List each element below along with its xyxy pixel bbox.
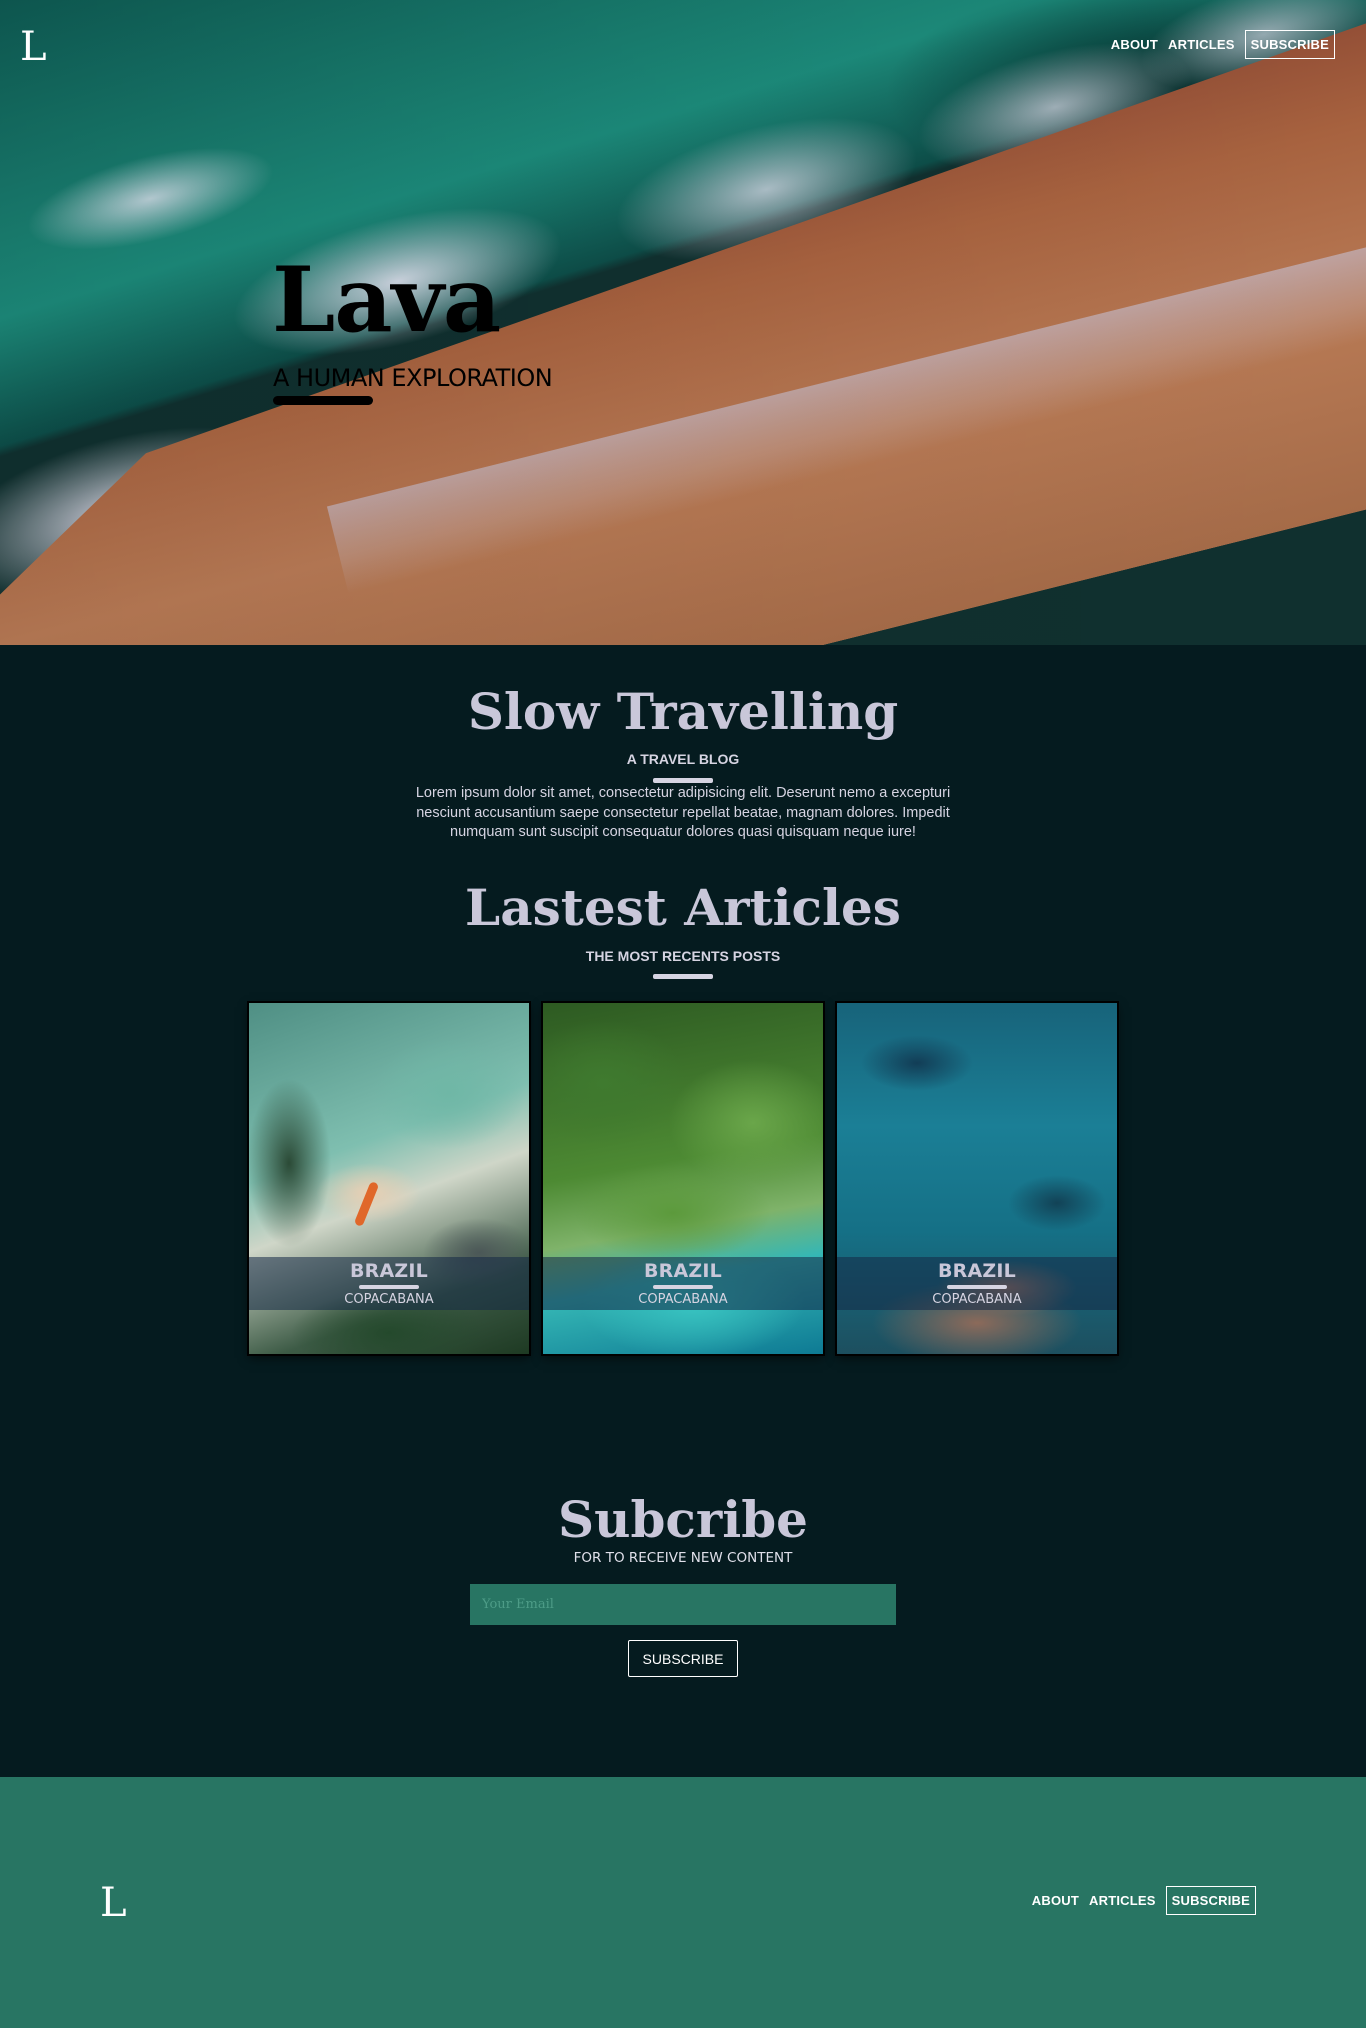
article-subtitle: COPACABANA <box>638 1292 728 1307</box>
article-title: BRAZIL <box>938 1260 1016 1282</box>
email-field[interactable] <box>470 1584 896 1625</box>
header-nav: ABOUT ARTICLES SUBSCRIBE <box>1111 30 1335 59</box>
hero-underline <box>273 396 373 405</box>
nav-subscribe-button[interactable]: SUBSCRIBE <box>1244 30 1335 59</box>
article-divider <box>359 1285 419 1289</box>
intro-divider <box>653 778 713 783</box>
hero-subtitle: A HUMAN EXPLORATION <box>273 364 553 392</box>
footer-logo[interactable]: L <box>100 1883 127 1923</box>
article-caption: BRAZIL COPACABANA <box>543 1257 823 1310</box>
hero-banner: L ABOUT ARTICLES SUBSCRIBE Lava A HUMAN … <box>0 0 1366 645</box>
article-divider <box>653 1285 713 1289</box>
hero-title: Lava <box>272 247 501 353</box>
footer-nav: ABOUT ARTICLES SUBSCRIBE <box>1032 1886 1256 1915</box>
article-subtitle: COPACABANA <box>344 1292 434 1307</box>
articles-divider <box>653 974 713 979</box>
intro-kicker: A TRAVEL BLOG <box>626 751 740 767</box>
footer-articles-link[interactable]: ARTICLES <box>1089 1887 1156 1914</box>
intro-title: Slow Travelling <box>467 682 899 741</box>
footer: L ABOUT ARTICLES SUBSCRIBE <box>0 1777 1366 2028</box>
header-logo[interactable]: L <box>20 27 47 67</box>
nav-about-link[interactable]: ABOUT <box>1111 31 1158 58</box>
article-caption: BRAZIL COPACABANA <box>837 1257 1117 1310</box>
subscribe-button[interactable]: SUBSCRIBE <box>628 1640 738 1677</box>
articles-kicker: THE MOST RECENTS POSTS <box>585 948 781 964</box>
article-title: BRAZIL <box>350 1260 428 1282</box>
article-divider <box>947 1285 1007 1289</box>
articles-title: Lastest Articles <box>465 878 901 937</box>
intro-text: Lorem ipsum dolor sit amet, consectetur … <box>415 785 951 840</box>
article-cards: BRAZIL COPACABANA BRAZIL COPACABANA BRAZ… <box>249 1003 1117 1354</box>
article-title: BRAZIL <box>644 1260 722 1282</box>
subscribe-caption: FOR TO RECEIVE NEW CONTENT <box>573 1550 793 1566</box>
footer-subscribe-button[interactable]: SUBSCRIBE <box>1165 1886 1256 1915</box>
nav-articles-link[interactable]: ARTICLES <box>1168 31 1235 58</box>
article-card[interactable]: BRAZIL COPACABANA <box>837 1003 1117 1354</box>
article-card[interactable]: BRAZIL COPACABANA <box>249 1003 529 1354</box>
article-caption: BRAZIL COPACABANA <box>249 1257 529 1310</box>
subscribe-title: Subcribe <box>558 1490 808 1549</box>
footer-about-link[interactable]: ABOUT <box>1032 1887 1079 1914</box>
article-card[interactable]: BRAZIL COPACABANA <box>543 1003 823 1354</box>
article-subtitle: COPACABANA <box>932 1292 1022 1307</box>
